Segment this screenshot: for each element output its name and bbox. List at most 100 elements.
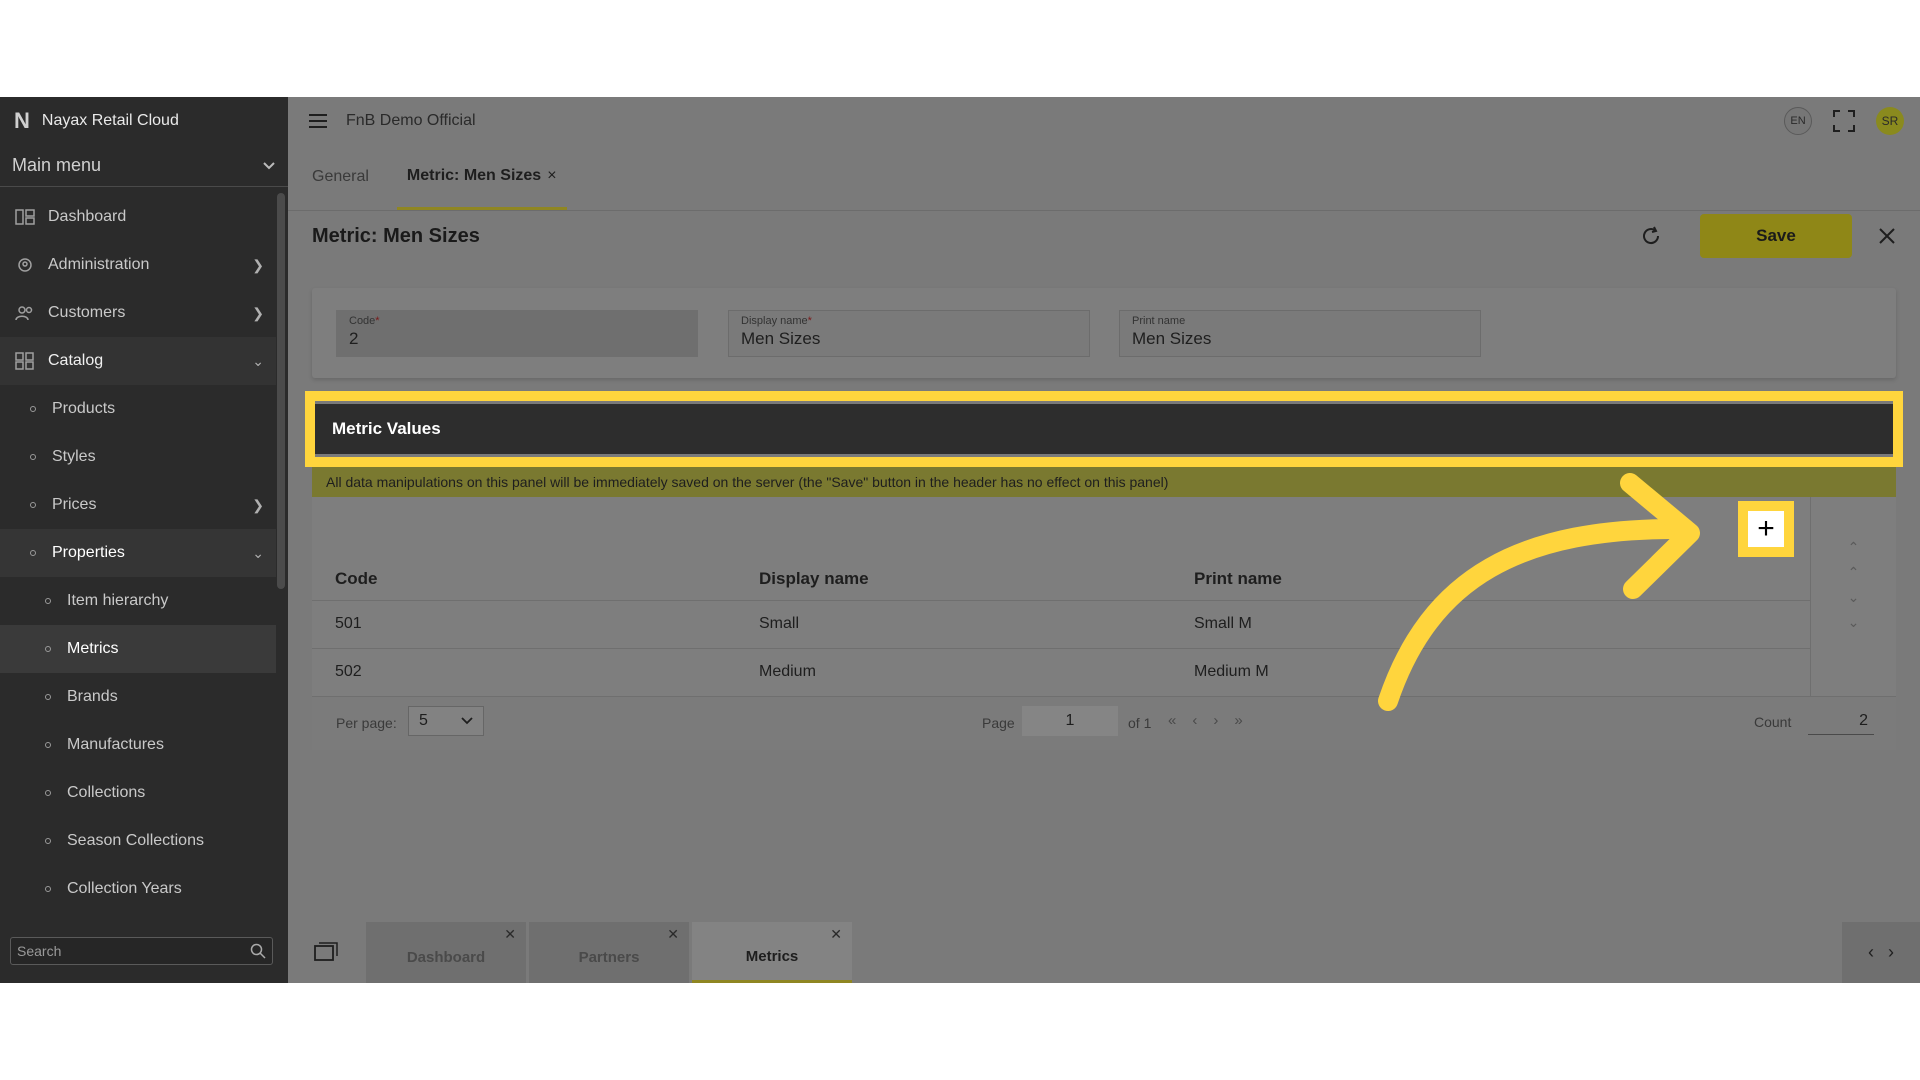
print-name-label: Print name bbox=[1132, 315, 1186, 327]
code-label: Code* bbox=[349, 315, 685, 327]
sidebar-item-manufactures[interactable]: Manufactures bbox=[0, 721, 276, 769]
brand: N Nayax Retail Cloud bbox=[0, 97, 288, 145]
topbar-actions: EN SR bbox=[1784, 107, 1904, 135]
sidebar-item-label: Customers bbox=[48, 304, 126, 321]
fullscreen-icon[interactable] bbox=[1832, 109, 1856, 133]
bottom-tab-metrics[interactable]: Metrics ✕ bbox=[692, 922, 852, 983]
code-field[interactable]: Code* 2 bbox=[336, 310, 698, 357]
chevron-right-icon[interactable]: › bbox=[1888, 942, 1894, 963]
language-switch[interactable]: EN bbox=[1784, 107, 1812, 135]
sidebar-item-catalog[interactable]: Catalog ⌄ bbox=[0, 337, 276, 385]
prev-page-icon[interactable]: ‹ bbox=[1192, 712, 1197, 729]
refresh-icon[interactable] bbox=[1640, 225, 1662, 247]
close-tab-icon[interactable]: × bbox=[547, 167, 556, 185]
sidebar-item-label: Properties bbox=[52, 544, 125, 561]
move-up-icon[interactable]: ⌃ bbox=[1848, 564, 1860, 581]
sidebar-item-administration[interactable]: Administration ❯ bbox=[0, 241, 276, 289]
bottom-tab-label: Partners bbox=[578, 949, 640, 966]
close-icon[interactable] bbox=[1878, 227, 1896, 245]
hamburger-menu-icon[interactable] bbox=[308, 113, 328, 129]
column-header-print-name[interactable]: Print name bbox=[1194, 569, 1282, 589]
close-tab-icon[interactable]: ✕ bbox=[830, 926, 842, 943]
main-menu-toggle[interactable]: Main menu bbox=[0, 145, 288, 187]
sidebar-nav: Dashboard Administration ❯ Customers ❯ C… bbox=[0, 193, 276, 913]
search-icon bbox=[250, 943, 266, 959]
gear-user-icon bbox=[14, 256, 36, 274]
sidebar-item-brands[interactable]: Brands bbox=[0, 673, 276, 721]
page-tabs: General Metric: Men Sizes × bbox=[288, 145, 1920, 211]
sidebar-item-products[interactable]: Products bbox=[0, 385, 276, 433]
metric-values-grid: + Code Display name Print name 501 Small… bbox=[312, 497, 1896, 696]
tab-metric-men-sizes[interactable]: Metric: Men Sizes × bbox=[396, 144, 567, 210]
sidebar-item-label: Season Collections bbox=[67, 832, 204, 849]
sidebar-item-label: Prices bbox=[52, 496, 97, 513]
sidebar-item-season-collections[interactable]: Season Collections bbox=[0, 817, 276, 865]
table-row[interactable]: 501 Small Small M bbox=[312, 600, 1810, 648]
sidebar-item-styles[interactable]: Styles bbox=[0, 433, 276, 481]
sidebar-item-properties[interactable]: Properties ⌄ bbox=[0, 529, 276, 577]
page-number-input[interactable]: 1 bbox=[1022, 706, 1118, 736]
sidebar-item-metrics[interactable]: Metrics bbox=[0, 625, 276, 673]
customers-icon bbox=[14, 304, 36, 322]
tab-label: Metric: Men Sizes bbox=[406, 166, 542, 184]
table-row[interactable]: 502 Medium Medium M bbox=[312, 648, 1810, 696]
sidebar-item-item-hierarchy[interactable]: Item hierarchy bbox=[0, 577, 276, 625]
pagination-bar: Per page: 5 Page 1 of 1 « ‹ › » Count 2 bbox=[312, 696, 1896, 750]
next-page-icon[interactable]: › bbox=[1213, 712, 1218, 729]
save-button[interactable]: Save bbox=[1700, 214, 1852, 258]
add-value-button[interactable]: + bbox=[1738, 501, 1794, 557]
sidebar-item-label: Collections bbox=[67, 784, 146, 801]
cell-code: 501 bbox=[335, 615, 362, 632]
chevron-down-icon bbox=[461, 717, 473, 725]
user-avatar[interactable]: SR bbox=[1876, 107, 1904, 135]
first-page-icon[interactable]: « bbox=[1168, 712, 1176, 729]
count-value: 2 bbox=[1808, 707, 1874, 735]
display-name-field[interactable]: Display name* Men Sizes bbox=[728, 310, 1090, 357]
column-header-display-name[interactable]: Display name bbox=[759, 569, 869, 589]
print-name-field[interactable]: Print name Men Sizes bbox=[1119, 310, 1481, 357]
bullet-icon bbox=[30, 502, 36, 508]
main-menu-label: Main menu bbox=[12, 155, 102, 175]
sidebar-search-input[interactable]: Search bbox=[10, 937, 273, 965]
sidebar-scrollbar[interactable] bbox=[277, 193, 285, 589]
page-actions: Save bbox=[1640, 214, 1896, 258]
tab-general[interactable]: General bbox=[312, 144, 369, 210]
bottom-tab-scroll: ‹ › bbox=[1842, 922, 1920, 983]
page-header: Metric: Men Sizes Save bbox=[312, 211, 1896, 261]
move-down-icon[interactable]: ⌄ bbox=[1848, 589, 1860, 606]
org-name: FnB Demo Official bbox=[346, 112, 476, 129]
sidebar-item-prices[interactable]: Prices ❯ bbox=[0, 481, 276, 529]
chevron-down-icon: ⌄ bbox=[252, 352, 264, 369]
move-bottom-icon[interactable]: ⌄ bbox=[1848, 614, 1860, 631]
move-top-icon[interactable]: ⌃ bbox=[1848, 539, 1860, 556]
sidebar-item-label: Metrics bbox=[67, 640, 119, 657]
per-page-label: Per page: bbox=[336, 715, 397, 731]
info-banner: All data manipulations on this panel wil… bbox=[312, 467, 1896, 497]
bottom-tab-label: Dashboard bbox=[406, 949, 486, 966]
bullet-icon bbox=[30, 550, 36, 556]
sidebar: N Nayax Retail Cloud Main menu Dashboard… bbox=[0, 97, 288, 983]
sidebar-item-customers[interactable]: Customers ❯ bbox=[0, 289, 276, 337]
bottom-tab-dashboard[interactable]: Dashboard ✕ bbox=[366, 922, 526, 983]
bullet-icon bbox=[30, 454, 36, 460]
sidebar-item-collections[interactable]: Collections bbox=[0, 769, 276, 817]
bullet-icon bbox=[45, 838, 51, 844]
page-navigation: « ‹ › » bbox=[1168, 712, 1243, 729]
print-name-value: Men Sizes bbox=[1132, 329, 1212, 348]
plus-icon: + bbox=[1748, 511, 1784, 547]
chevron-left-icon[interactable]: ‹ bbox=[1868, 942, 1874, 963]
sidebar-item-label: Catalog bbox=[48, 352, 104, 369]
sidebar-item-collection-years[interactable]: Collection Years bbox=[0, 865, 276, 913]
bottom-tab-partners[interactable]: Partners ✕ bbox=[529, 922, 689, 983]
per-page-select[interactable]: 5 bbox=[408, 706, 484, 736]
cell-display-name: Medium bbox=[759, 663, 816, 680]
page-label: Page bbox=[982, 715, 1015, 731]
sidebar-item-dashboard[interactable]: Dashboard bbox=[0, 193, 276, 241]
last-page-icon[interactable]: » bbox=[1234, 712, 1242, 729]
bullet-icon bbox=[30, 406, 36, 412]
close-tab-icon[interactable]: ✕ bbox=[504, 926, 516, 943]
bullet-icon bbox=[45, 598, 51, 604]
close-tab-icon[interactable]: ✕ bbox=[667, 926, 679, 943]
column-header-code[interactable]: Code bbox=[335, 569, 378, 589]
windows-icon[interactable] bbox=[314, 942, 338, 962]
